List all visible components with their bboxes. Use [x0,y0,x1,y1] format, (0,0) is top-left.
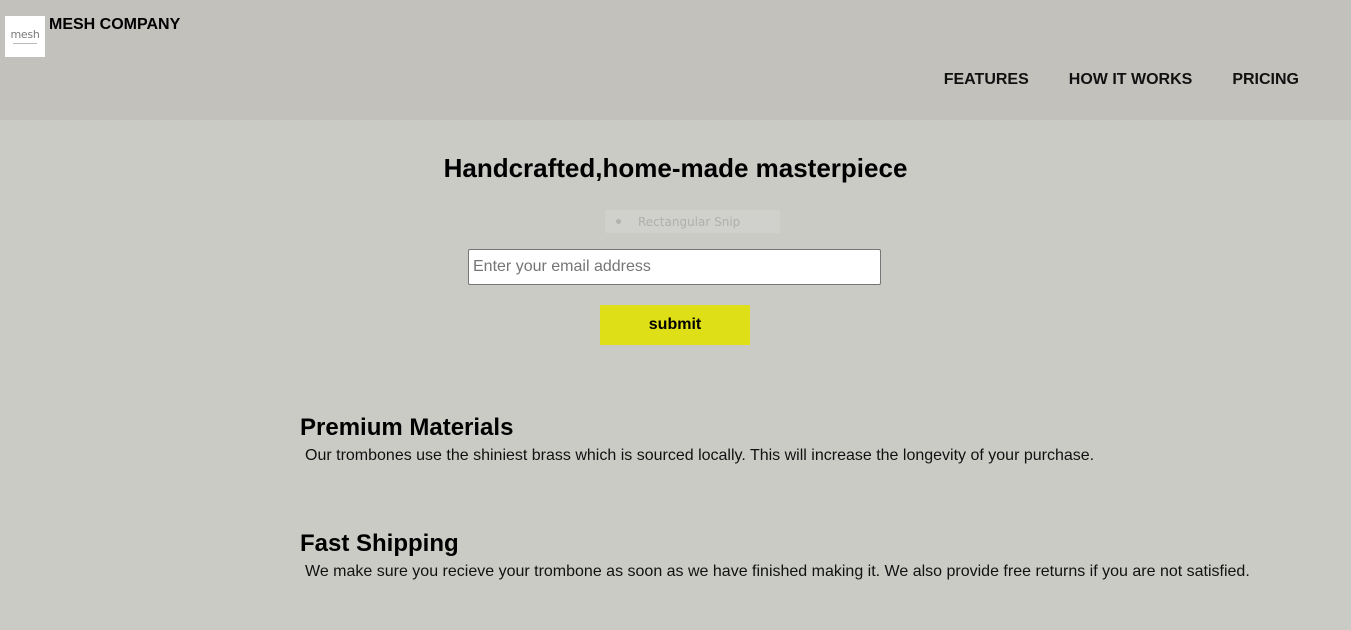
logo-underline [13,43,37,44]
feature-title-fast-shipping: Fast Shipping [300,530,459,557]
snip-dot-icon [616,219,621,224]
site-header: mesh MESH COMPANY FEATURES HOW IT WORKS … [0,0,1351,120]
submit-button[interactable]: submit [600,305,750,345]
nav-link-how-it-works[interactable]: HOW IT WORKS [1069,71,1193,89]
logo-text: mesh [10,28,40,41]
nav-link-features[interactable]: FEATURES [944,71,1029,89]
company-logo[interactable]: mesh [5,16,45,57]
feature-description-fast-shipping: We make sure you recieve your trombone a… [305,563,1250,580]
main-nav: FEATURES HOW IT WORKS PRICING [944,71,1299,89]
rectangular-snip-overlay: Rectangular Snip [605,210,780,233]
feature-title-premium-materials: Premium Materials [300,414,514,441]
feature-description-premium-materials: Our trombones use the shiniest brass whi… [305,447,1095,464]
snip-overlay-label: Rectangular Snip [638,214,741,229]
nav-link-pricing[interactable]: PRICING [1232,71,1299,89]
company-name: MESH COMPANY [49,16,181,33]
email-input[interactable] [468,249,881,285]
hero-title: Handcrafted,home-made masterpiece [443,153,908,183]
